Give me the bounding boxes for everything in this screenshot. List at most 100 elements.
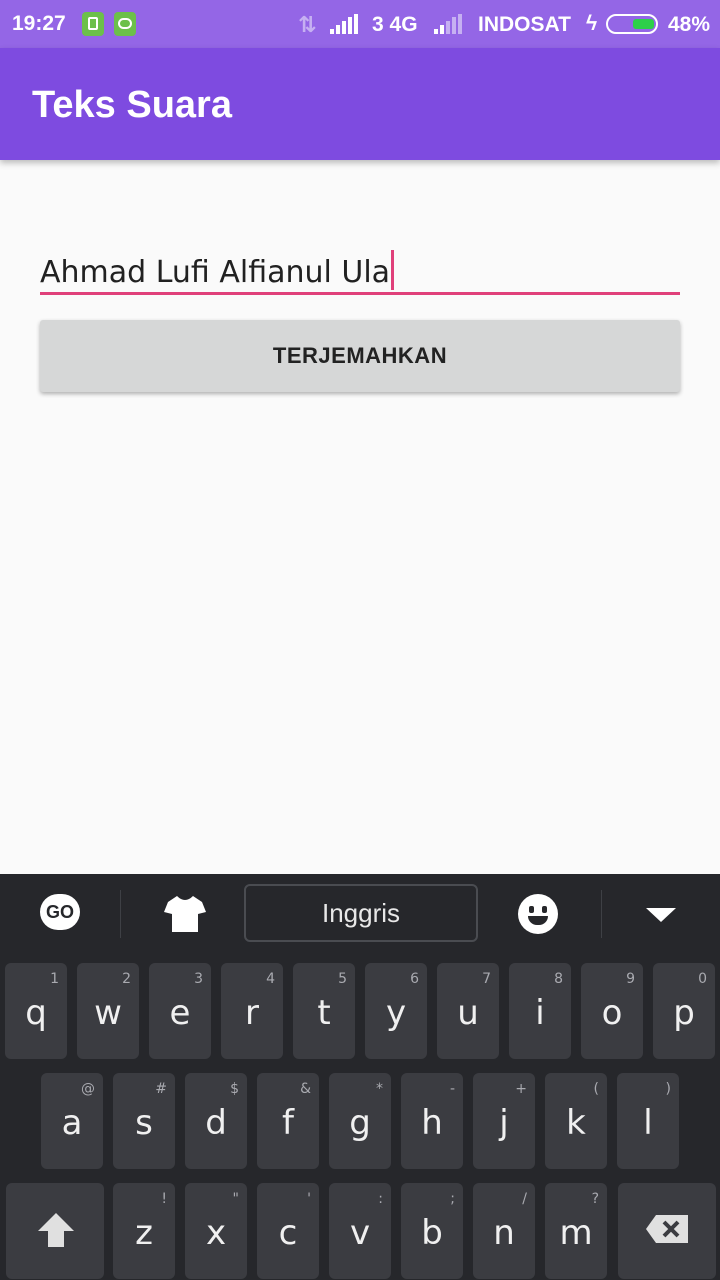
key-g[interactable]: * g [329, 1073, 391, 1169]
status-time: 19:27 [12, 12, 66, 35]
text-input-value[interactable]: Ahmad Lufi Alfianul Ula [40, 250, 395, 290]
key-label: z [135, 1213, 153, 1253]
language-selector[interactable]: Inggris [244, 884, 478, 942]
network-type: 3 4G [372, 13, 418, 36]
key-hint: 4 [266, 971, 275, 987]
key-o[interactable]: 9o [581, 963, 643, 1059]
key-hint: ( [593, 1081, 599, 1097]
key-hint: 9 [626, 971, 635, 987]
theme-shirt-icon[interactable] [164, 894, 206, 934]
key-d[interactable]: $ d [185, 1073, 247, 1169]
shift-key[interactable] [6, 1183, 104, 1279]
key-l[interactable]: ) l [617, 1073, 679, 1169]
key-u[interactable]: 7u [437, 963, 499, 1059]
key-label: k [566, 1103, 586, 1143]
emoji-icon[interactable] [518, 894, 558, 934]
key-label: c [278, 1213, 298, 1253]
key-e[interactable]: 3e [149, 963, 211, 1059]
key-m[interactable]: ? m [545, 1183, 607, 1279]
key-i[interactable]: 8i [509, 963, 571, 1059]
key-label: h [421, 1103, 443, 1143]
key-hint: 3 [194, 971, 203, 987]
key-p[interactable]: 0p [653, 963, 715, 1059]
key-hint: 5 [338, 971, 347, 987]
key-hint: 8 [554, 971, 563, 987]
key-r[interactable]: 4r [221, 963, 283, 1059]
key-hint: / [522, 1191, 527, 1207]
key-label: i [535, 993, 545, 1033]
key-hint: # [155, 1081, 167, 1097]
signal-strength-2-icon [434, 14, 462, 34]
battery-icon [606, 14, 658, 34]
key-label: s [135, 1103, 153, 1143]
toolbar-divider [601, 890, 602, 938]
key-hint: 0 [698, 971, 707, 987]
key-label: u [457, 993, 479, 1033]
key-hint: 6 [410, 971, 419, 987]
key-label: m [559, 1213, 593, 1253]
key-label: f [282, 1103, 294, 1143]
key-label: n [493, 1213, 515, 1253]
key-q[interactable]: 1q [5, 963, 67, 1059]
hide-keyboard-icon[interactable] [646, 908, 676, 922]
text-cursor [391, 250, 395, 290]
key-hint: 1 [50, 971, 59, 987]
sim-card-icon [82, 12, 104, 36]
key-label: q [25, 993, 47, 1033]
page-title: Teks Suara [32, 84, 232, 126]
key-a[interactable]: @ a [41, 1073, 103, 1169]
go-keyboard-logo-icon[interactable]: GO [40, 894, 80, 930]
key-y[interactable]: 6y [365, 963, 427, 1059]
keyboard: GO Inggris 1q2w3e4r5t6y7u8i9o0p @ a # s $ d & f… [0, 874, 720, 1280]
key-s[interactable]: # s [113, 1073, 175, 1169]
key-hint: + [515, 1081, 527, 1097]
key-t[interactable]: 5t [293, 963, 355, 1059]
battery-fill [633, 19, 654, 29]
key-c[interactable]: ' c [257, 1183, 319, 1279]
key-label: y [385, 993, 407, 1033]
input-text: Ahmad Lufi Alfianul Ula [40, 255, 391, 290]
key-n[interactable]: / n [473, 1183, 535, 1279]
key-f[interactable]: & f [257, 1073, 319, 1169]
key-k[interactable]: (k [545, 1073, 607, 1169]
key-hint: @ [81, 1081, 95, 1097]
key-hint: ? [591, 1191, 599, 1207]
key-label: a [61, 1103, 83, 1143]
key-h[interactable]: -h [401, 1073, 463, 1169]
key-label: p [673, 993, 695, 1033]
backspace-key[interactable] [618, 1183, 716, 1279]
key-hint: & [300, 1081, 311, 1097]
key-hint: $ [230, 1081, 239, 1097]
text-input[interactable]: Ahmad Lufi Alfianul Ula [40, 240, 680, 296]
battery-percent: 48% [668, 13, 711, 36]
key-hint: * [376, 1081, 383, 1097]
key-label: r [245, 993, 259, 1033]
translate-button[interactable]: TERJEMAHKAN [40, 320, 680, 392]
app-notification-icon [114, 12, 136, 36]
shift-arrow-icon [38, 1213, 74, 1247]
app-bar: Teks Suara [0, 48, 720, 160]
key-b[interactable]: ; b [401, 1183, 463, 1279]
key-v[interactable]: :v [329, 1183, 391, 1279]
key-z[interactable]: ! z [113, 1183, 175, 1279]
data-transfer-icon: ⇅ [298, 12, 317, 37]
key-j[interactable]: + j [473, 1073, 535, 1169]
charging-icon: ϟ [586, 12, 598, 35]
key-label: b [421, 1213, 443, 1253]
status-bar: 19:27 ⇅ 3 4G INDOSAT ϟ 48% [0, 0, 720, 48]
key-hint: - [449, 1081, 455, 1097]
key-hint: ; [450, 1191, 455, 1207]
key-label: d [205, 1103, 227, 1143]
key-label: e [169, 993, 191, 1033]
key-label: j [499, 1103, 509, 1143]
key-label: g [349, 1103, 371, 1143]
key-x[interactable]: " x [185, 1183, 247, 1279]
input-underline [40, 292, 680, 295]
backspace-icon [646, 1215, 688, 1243]
key-w[interactable]: 2w [77, 963, 139, 1059]
key-hint: 2 [122, 971, 131, 987]
key-label: l [643, 1103, 653, 1143]
key-hint: ) [665, 1081, 671, 1097]
key-hint: ! [161, 1191, 167, 1207]
signal-strength-icon [330, 14, 358, 34]
